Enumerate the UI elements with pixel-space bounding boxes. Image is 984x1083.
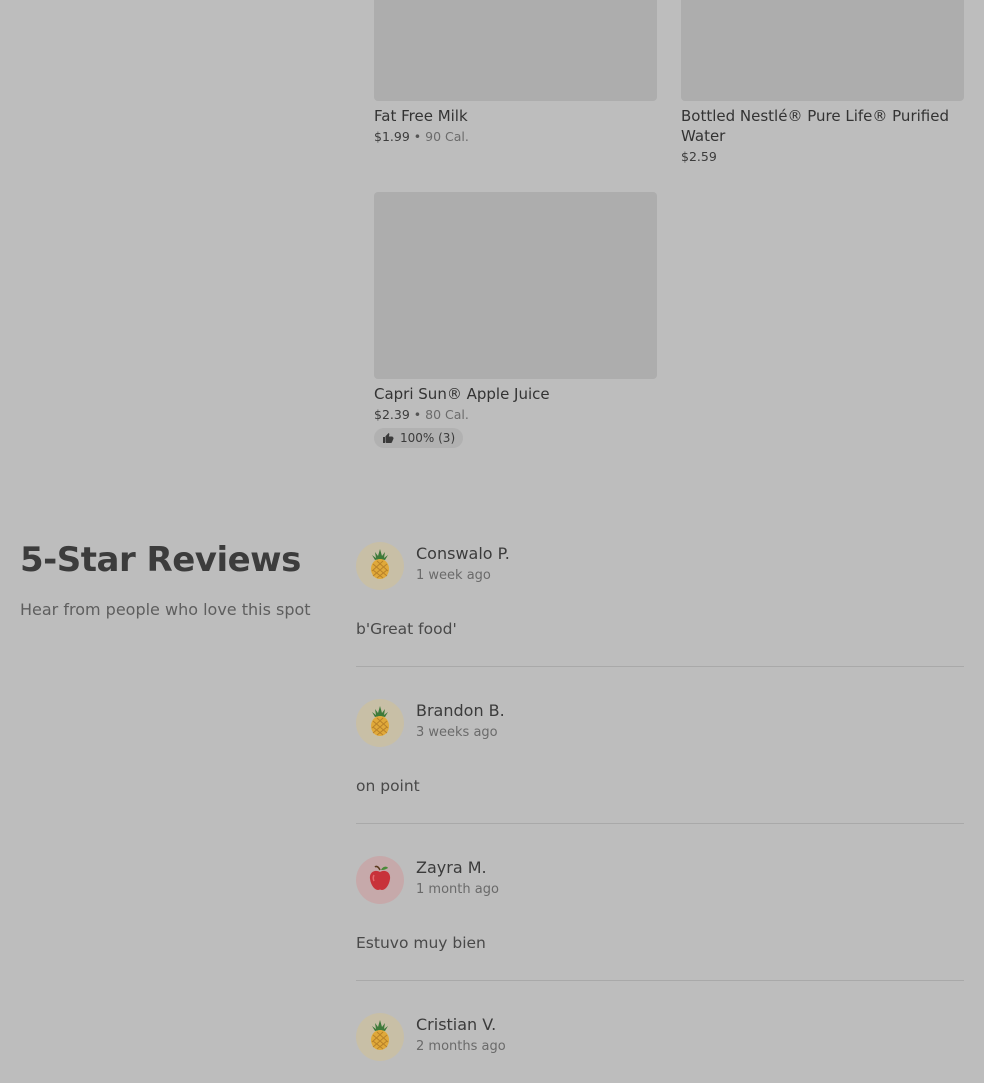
item-price: $1.99 xyxy=(374,129,410,144)
item-name: Capri Sun® Apple Juice xyxy=(374,385,550,403)
review-card: Zayra M. 1 month ago Estuvo muy bien xyxy=(356,856,964,952)
item-image xyxy=(681,0,964,101)
apple-icon xyxy=(366,864,394,896)
review-card: Brandon B. 3 weeks ago on point xyxy=(356,699,964,795)
thumbs-up-icon xyxy=(382,432,394,444)
review-time: 1 month ago xyxy=(416,882,499,897)
item-meta: $2.59 xyxy=(681,149,964,164)
avatar xyxy=(356,1013,404,1061)
section-subtitle: Hear from people who love this spot xyxy=(20,600,311,619)
menu-item-bottled-water[interactable]: Bottled Nestlé® Pure Life® Purified Wate… xyxy=(681,0,964,164)
meta-separator: • xyxy=(413,129,422,144)
reviewer-name: Conswalo P. xyxy=(416,544,510,563)
reviewer-name: Cristian V. xyxy=(416,1015,497,1034)
item-calories: 90 Cal. xyxy=(425,129,469,144)
menu-item-capri-sun[interactable]: Capri Sun® Apple Juice $2.39 • 80 Cal. 1… xyxy=(374,192,657,448)
review-time: 1 week ago xyxy=(416,568,491,583)
review-card: Cristian V. 2 months ago xyxy=(356,1013,964,1061)
avatar xyxy=(356,699,404,747)
item-price: $2.59 xyxy=(681,149,717,164)
section-title: 5-Star Reviews xyxy=(20,540,301,580)
item-price: $2.39 xyxy=(374,407,410,422)
avatar xyxy=(356,856,404,904)
pineapple-icon xyxy=(367,705,393,741)
item-meta: $1.99 • 90 Cal. xyxy=(374,129,657,144)
reviewer-name: Zayra M. xyxy=(416,858,487,877)
review-text: on point xyxy=(356,777,420,795)
rating-badge: 100% (3) xyxy=(374,428,464,448)
item-name: Fat Free Milk xyxy=(374,107,468,125)
review-card: Conswalo P. 1 week ago b'Great food' xyxy=(356,542,964,638)
review-time: 2 months ago xyxy=(416,1039,506,1054)
pineapple-icon xyxy=(367,1019,393,1055)
review-text: b'Great food' xyxy=(356,620,457,638)
item-image xyxy=(374,192,657,379)
item-image xyxy=(374,0,657,101)
review-text: Estuvo muy bien xyxy=(356,934,486,952)
item-meta: $2.39 • 80 Cal. xyxy=(374,407,657,422)
reviewer-name: Brandon B. xyxy=(416,701,505,720)
divider xyxy=(356,980,964,981)
rating-text: 100% (3) xyxy=(400,431,456,445)
divider xyxy=(356,823,964,824)
item-calories: 80 Cal. xyxy=(425,407,469,422)
item-name: Bottled Nestlé® Pure Life® Purified Wate… xyxy=(681,107,949,145)
avatar xyxy=(356,542,404,590)
divider xyxy=(356,666,964,667)
pineapple-icon xyxy=(367,548,393,584)
meta-separator: • xyxy=(413,407,422,422)
review-time: 3 weeks ago xyxy=(416,725,498,740)
menu-item-fat-free-milk[interactable]: Fat Free Milk $1.99 • 90 Cal. xyxy=(374,0,657,144)
